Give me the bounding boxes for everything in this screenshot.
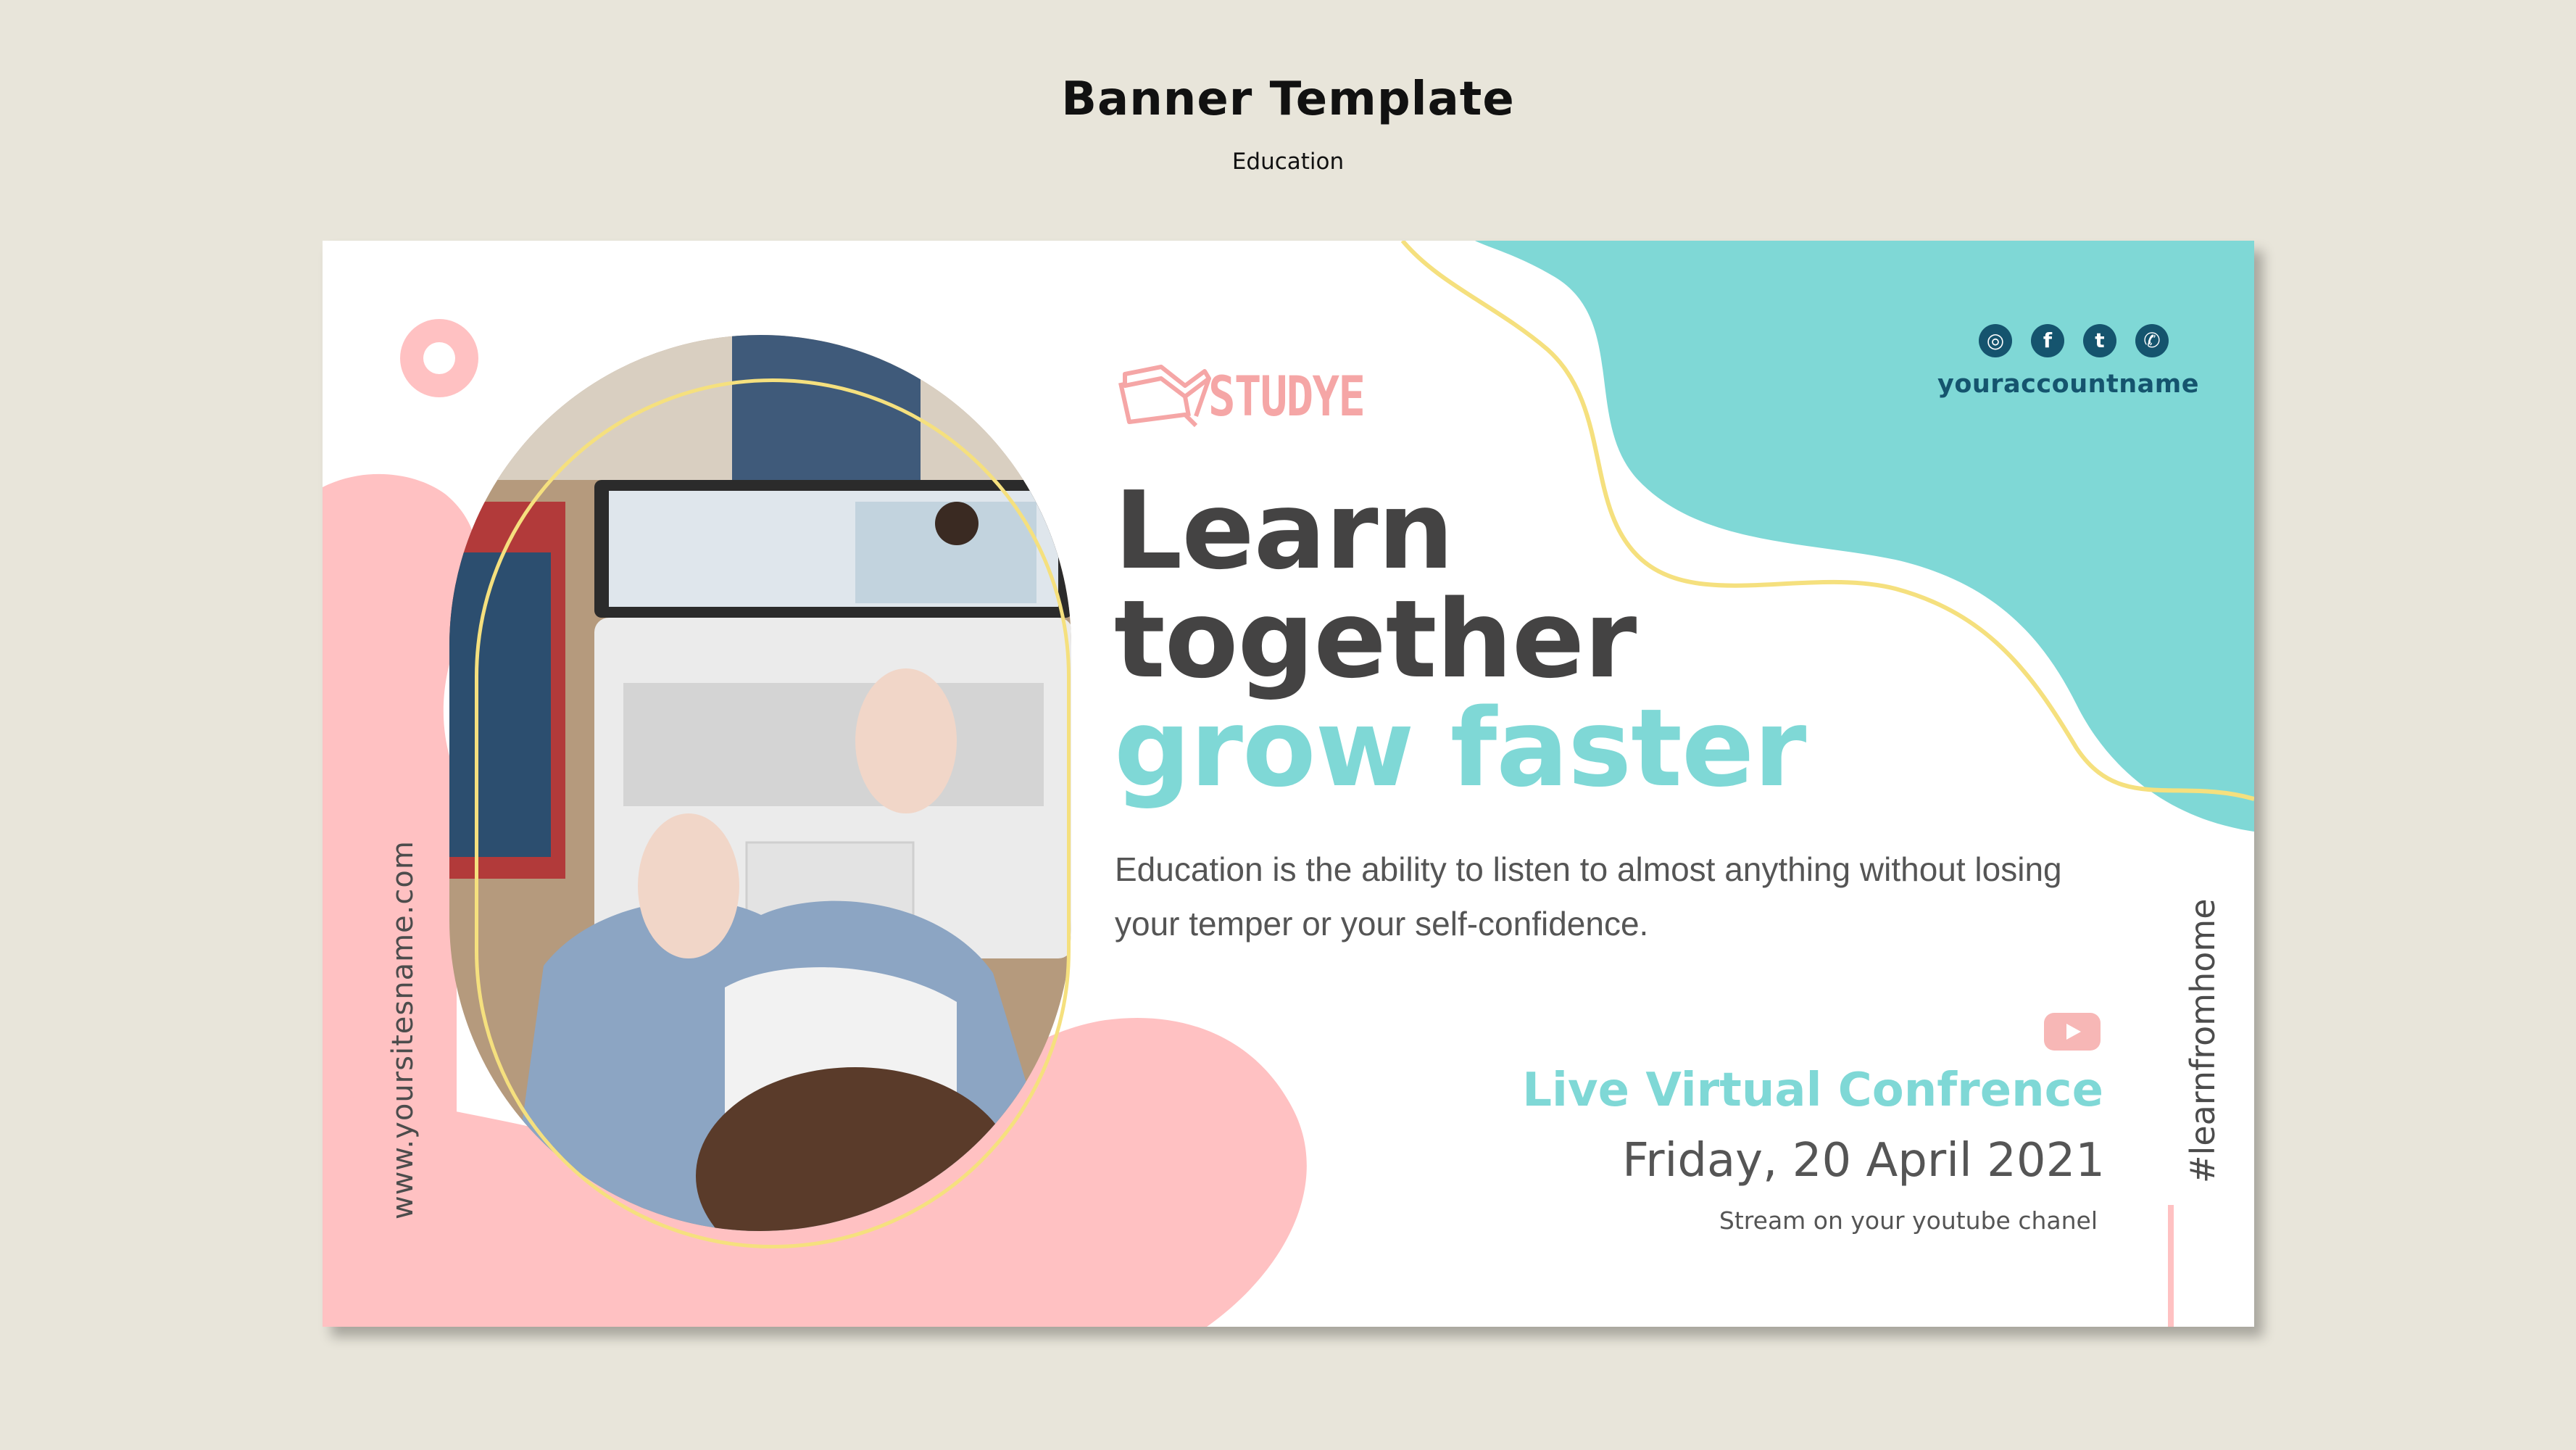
page-title: Banner Template [1061, 72, 1515, 126]
description-text: Education is the ability to listen to al… [1115, 850, 2062, 942]
youtube-icon[interactable] [2044, 1013, 2101, 1051]
event-date: Friday, 20 April 2021 [1622, 1134, 2105, 1188]
brand-name: STUDYE [1208, 364, 1366, 428]
headline-line-1: Learn [1114, 468, 1454, 593]
headline: Learn together grow faster [1114, 476, 1806, 803]
pink-divider-bar [2168, 1205, 2174, 1327]
photo-yellow-outline [475, 378, 1071, 1248]
hashtag: #learnfromhome [2183, 898, 2222, 1183]
event-title: Live Virtual Confrence [1522, 1064, 2103, 1117]
twitter-icon[interactable]: t [2083, 324, 2116, 357]
account-name: youraccountname [1937, 370, 2200, 399]
event-note: Stream on your youtube chanel [1719, 1206, 2098, 1235]
headline-line-2: together [1114, 577, 1637, 702]
instagram-icon[interactable]: ◎ [1979, 324, 2012, 357]
headline-line-3: grow faster [1114, 686, 1806, 811]
whatsapp-icon[interactable]: ✆ [2135, 324, 2169, 357]
facebook-icon[interactable]: f [2031, 324, 2064, 357]
page-subtitle: Education [1231, 149, 1345, 175]
website-url: www.yoursitesname.com [386, 840, 420, 1219]
education-banner: www.yoursitesname.com STUDYE ◎ f t ✆ you… [323, 241, 2254, 1327]
